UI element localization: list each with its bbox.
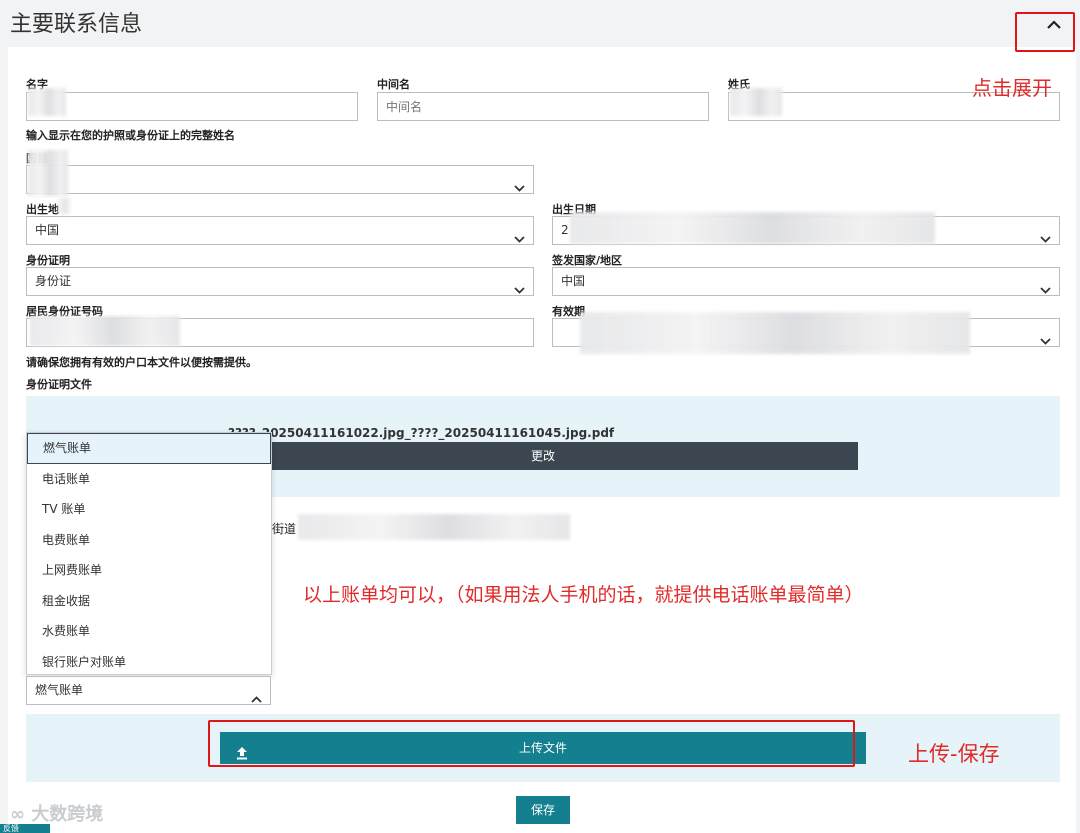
- id-doc-label: 身份证明: [26, 254, 70, 267]
- redacted-expiry: [580, 312, 970, 354]
- bill-option-bank-statement[interactable]: 银行账户对账单: [27, 647, 271, 678]
- chevron-down-icon: [1040, 226, 1051, 253]
- watermark-text: 大数跨境: [31, 804, 104, 825]
- bill-type-dropdown-menu: 燃气账单 电话账单 TV 账单 电费账单 上网费账单 租金收据 水费账单 银行账…: [26, 432, 272, 675]
- middle-name-label: 中间名: [377, 78, 410, 91]
- redacted-id-number: [30, 316, 180, 346]
- birth-country-value: 中国: [35, 223, 60, 237]
- bill-option-internet[interactable]: 上网费账单: [27, 555, 271, 586]
- section-title: 主要联系信息: [10, 12, 143, 37]
- chevron-down-icon: [1040, 328, 1051, 355]
- hukou-hint: 请确保您拥有有效的户口本文件以便按需提供。: [26, 356, 257, 369]
- nationality-select[interactable]: [26, 165, 534, 194]
- annotation-bills-note: 以上账单均可以，（如果用法人手机的话，就提供电话账单最简单）: [303, 584, 864, 606]
- annotation-upload-note: 上传-保存: [908, 742, 1000, 766]
- issuing-country-label: 签发国家/地区: [552, 254, 623, 267]
- birth-country-select[interactable]: 中国: [26, 216, 534, 245]
- bill-type-select[interactable]: 燃气账单: [26, 676, 271, 705]
- id-file-name: ????_20250411161022.jpg_????_20250411161…: [228, 426, 615, 440]
- feedback-tab[interactable]: 反馈: [0, 824, 50, 833]
- redacted-label-part: [58, 198, 70, 214]
- id-doc-select[interactable]: 身份证: [26, 267, 534, 296]
- chevron-down-icon: [514, 277, 525, 304]
- redacted-birth-date: [570, 212, 935, 244]
- redacted-address: [298, 514, 570, 540]
- chevron-up-icon: [251, 686, 262, 713]
- name-hint: 输入显示在您的护照或身份证上的完整姓名: [26, 129, 235, 142]
- annotation-expand-note: 点击展开: [972, 76, 1052, 100]
- id-doc-value: 身份证: [35, 274, 72, 288]
- birth-date-value: 2: [561, 223, 569, 237]
- street-fragment: 街道: [272, 522, 297, 536]
- bill-option-tv[interactable]: TV 账单: [27, 494, 271, 525]
- watermark-logo-icon: ∞: [10, 804, 32, 825]
- chevron-down-icon: [1040, 277, 1051, 304]
- issuing-country-select[interactable]: 中国: [552, 267, 1060, 296]
- chevron-down-icon: [514, 175, 525, 202]
- bill-option-rent[interactable]: 租金收据: [27, 586, 271, 617]
- redacted-last-name: [730, 88, 782, 116]
- first-name-field[interactable]: [26, 92, 358, 121]
- bill-type-value: 燃气账单: [35, 683, 84, 697]
- birth-country-label: 出生地: [26, 203, 59, 216]
- issuing-country-value: 中国: [561, 274, 586, 288]
- annotation-box-upload: [208, 720, 855, 767]
- bill-option-gas[interactable]: 燃气账单: [27, 433, 271, 464]
- annotation-box-collapse: [1015, 12, 1075, 52]
- chevron-down-icon: [514, 226, 525, 253]
- id-file-label: 身份证明文件: [26, 378, 92, 391]
- redacted-first-name: [28, 88, 66, 116]
- bill-option-water[interactable]: 水费账单: [27, 616, 271, 647]
- middle-name-field[interactable]: [377, 92, 709, 121]
- change-file-button[interactable]: 更改: [228, 442, 858, 470]
- bill-option-phone[interactable]: 电话账单: [27, 464, 271, 495]
- save-button[interactable]: 保存: [516, 796, 570, 824]
- bill-option-electricity[interactable]: 电费账单: [27, 525, 271, 556]
- watermark: ∞ 大数跨境: [10, 800, 103, 826]
- redacted-nationality: [28, 150, 68, 196]
